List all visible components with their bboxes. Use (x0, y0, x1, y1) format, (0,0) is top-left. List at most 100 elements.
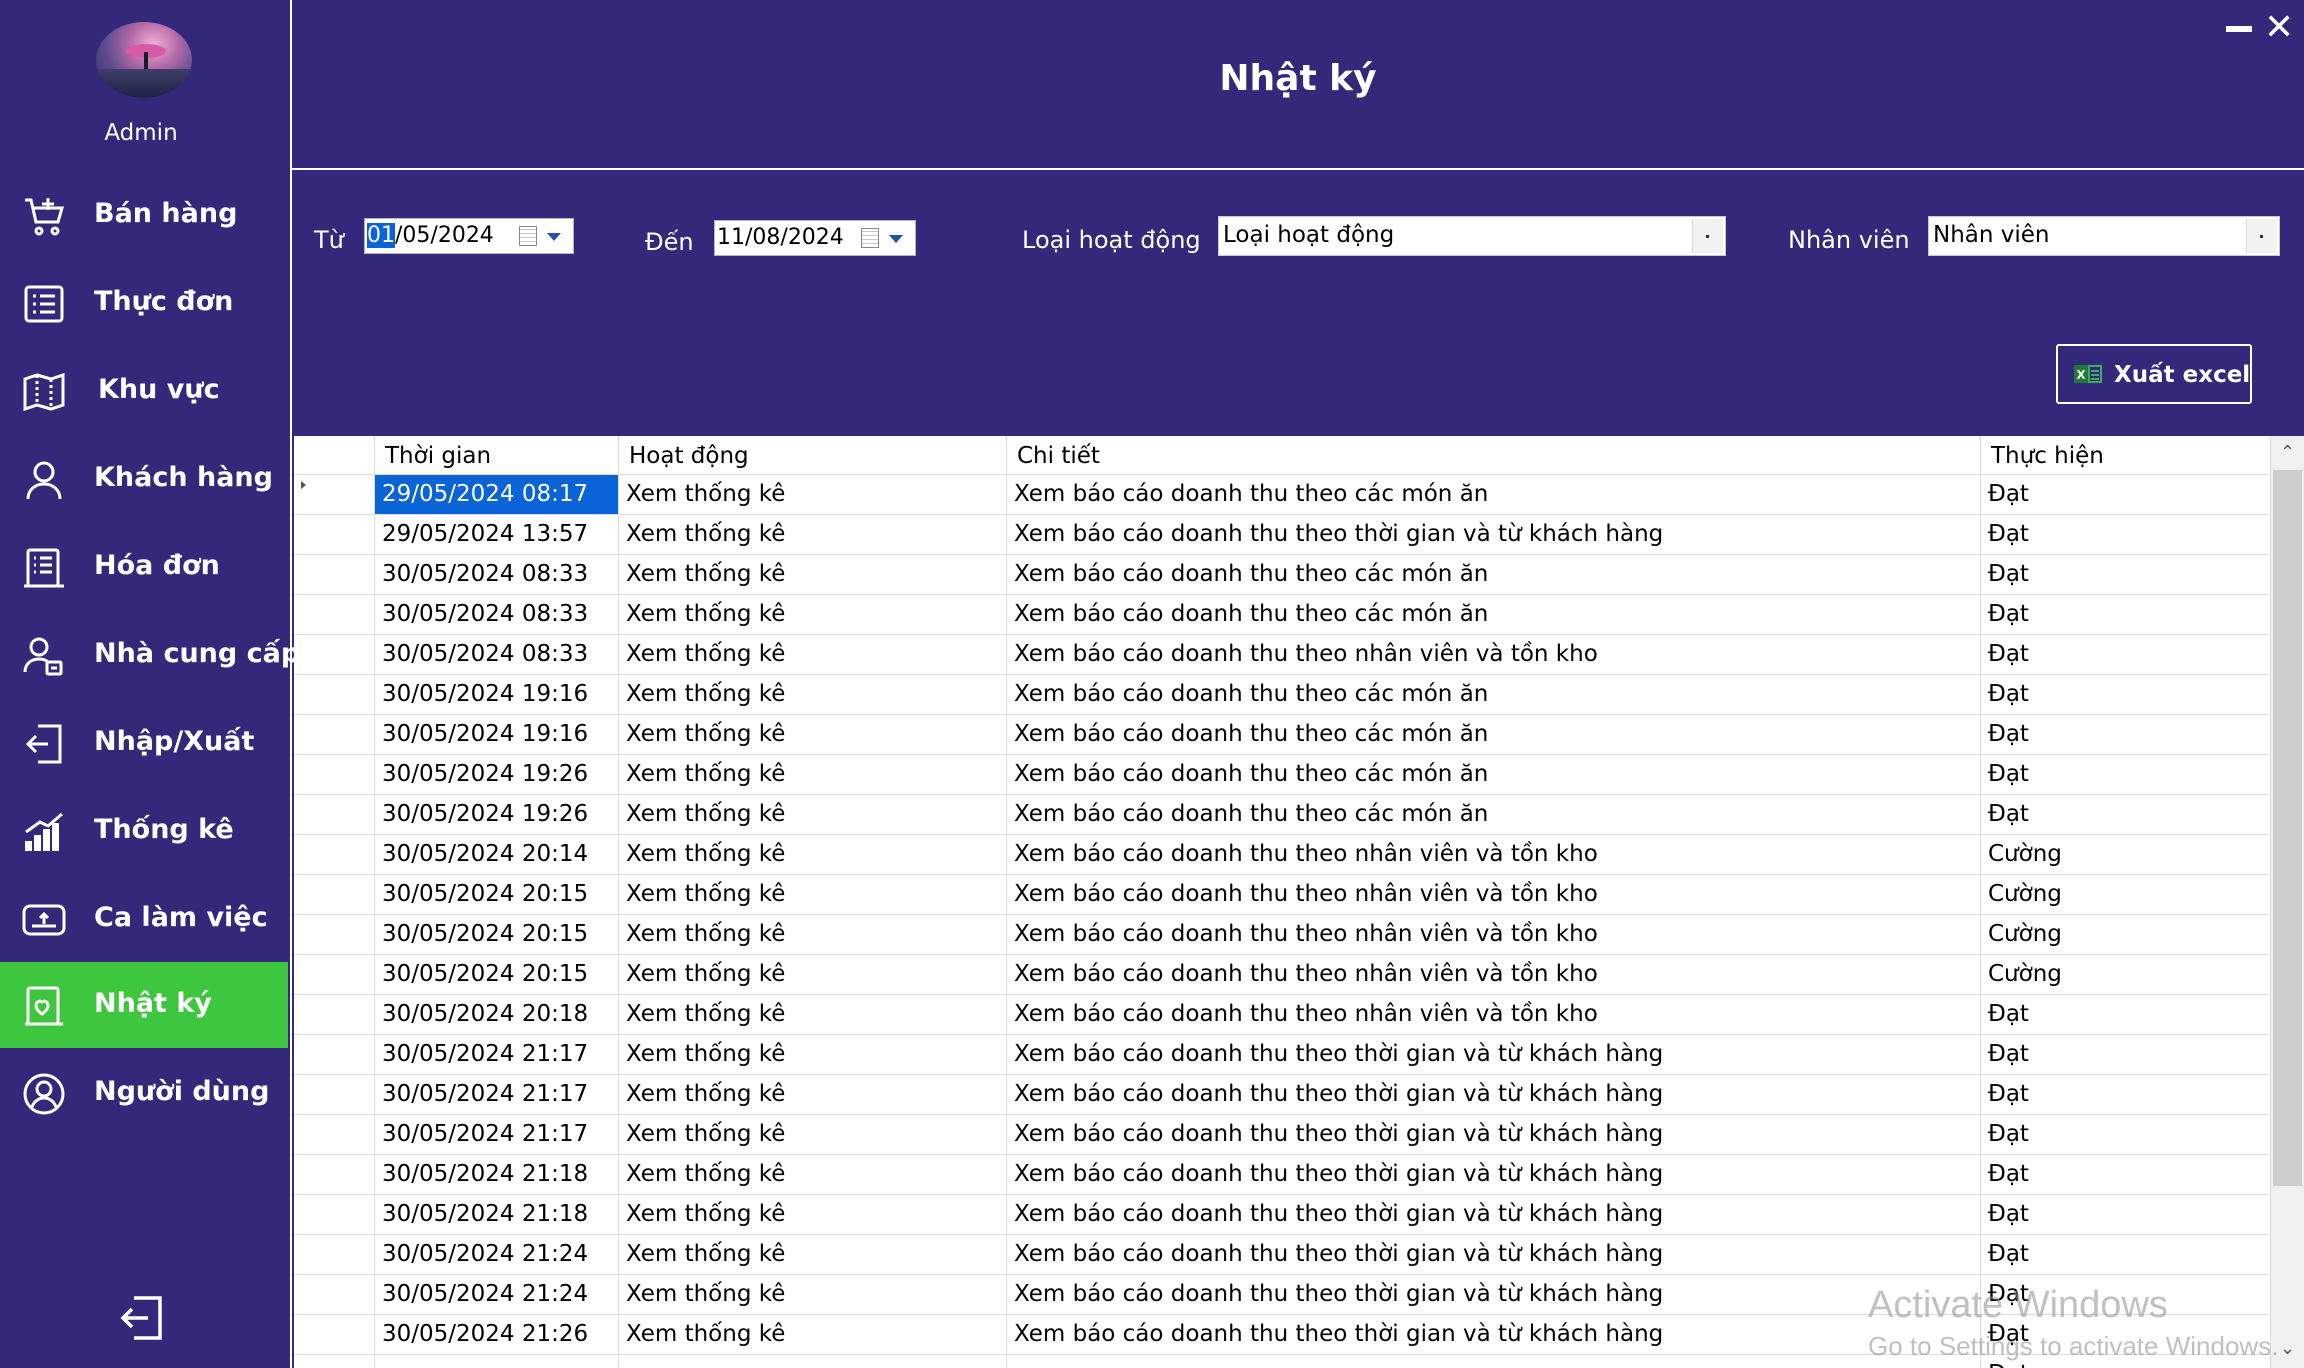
cell-performed-by[interactable]: Đạt (1981, 995, 2270, 1034)
cell-detail[interactable]: Xem báo cáo doanh thu theo nhân viên và … (1007, 635, 1981, 674)
cell-detail[interactable]: Xem báo cáo doanh thu theo thời gian và … (1007, 1035, 1981, 1074)
logout-icon[interactable] (118, 1294, 166, 1342)
row-header[interactable] (294, 555, 375, 594)
row-header[interactable] (294, 1155, 375, 1194)
cell-time[interactable]: 30/05/2024 21:26 (375, 1315, 619, 1354)
row-header[interactable] (294, 875, 375, 914)
cell-activity[interactable]: Xem thống kê (619, 1275, 1007, 1314)
cell-activity[interactable]: Xem thống kê (619, 955, 1007, 994)
row-header[interactable] (294, 675, 375, 714)
row-header[interactable] (294, 635, 375, 674)
cell-performed-by[interactable]: Cường (1981, 915, 2270, 954)
row-header[interactable] (294, 715, 375, 754)
cell-time[interactable]: 30/05/2024 08:33 (375, 595, 619, 634)
table-row[interactable]: 30/05/2024 20:15 Xem thống kê Xem báo cáo … (294, 875, 2270, 915)
cell-time[interactable]: 30/05/2024 19:26 (375, 755, 619, 794)
cell-performed-by[interactable]: Đạt (1981, 1115, 2270, 1154)
cell-time[interactable]: 30/05/2024 20:15 (375, 915, 619, 954)
dropdown-button[interactable] (1692, 219, 1723, 253)
cell-activity[interactable]: Xem thống kê (619, 755, 1007, 794)
scroll-up-icon[interactable]: ⌃ (2271, 436, 2304, 470)
cell-time[interactable]: 30/05/2024 20:14 (375, 835, 619, 874)
cell-performed-by[interactable]: Cường (1981, 835, 2270, 874)
cell-detail[interactable]: Xem báo cáo doanh thu theo thời gian và … (1007, 1075, 1981, 1114)
cell-time[interactable] (375, 1355, 619, 1368)
chevron-down-icon[interactable] (547, 233, 561, 241)
cell-activity[interactable]: Xem thống kê (619, 915, 1007, 954)
row-header[interactable] (294, 1195, 375, 1234)
cell-activity[interactable]: Xem thống kê (619, 635, 1007, 674)
cell-detail[interactable]: Xem báo cáo doanh thu theo các món ăn (1007, 555, 1981, 594)
row-header[interactable] (294, 995, 375, 1034)
cell-activity[interactable]: Xem thống kê (619, 795, 1007, 834)
table-row[interactable]: 30/05/2024 08:33 Xem thống kê Xem báo cáo … (294, 595, 2270, 635)
cell-performed-by[interactable]: Đạt (1981, 675, 2270, 714)
cell-time[interactable]: 29/05/2024 13:57 (375, 515, 619, 554)
row-header[interactable] (294, 595, 375, 634)
sidebar-item-nhap-xuat[interactable]: Nhập/Xuất (0, 700, 288, 786)
cell-detail[interactable]: Xem báo cáo doanh thu theo thời gian và … (1007, 1115, 1981, 1154)
cell-detail[interactable]: Xem báo cáo doanh thu theo thời gian và … (1007, 1155, 1981, 1194)
sidebar-item-hoa-don[interactable]: Hóa đơn (0, 524, 288, 610)
from-date-picker[interactable]: 01/05/2024 (364, 218, 574, 254)
cell-detail[interactable]: Xem báo cáo doanh thu theo thời gian và … (1007, 1275, 1981, 1314)
row-header[interactable] (294, 835, 375, 874)
cell-time[interactable]: 30/05/2024 19:26 (375, 795, 619, 834)
cell-activity[interactable]: Xem thống kê (619, 595, 1007, 634)
cell-performed-by[interactable]: Đạt (1981, 755, 2270, 794)
table-row[interactable]: 30/05/2024 19:16 Xem thống kê Xem báo cáo … (294, 715, 2270, 755)
column-header-detail[interactable]: Chi tiết (1007, 436, 1981, 474)
cell-activity[interactable] (619, 1355, 1007, 1368)
sidebar-item-nhat-ky[interactable]: Nhật ký (0, 962, 288, 1048)
table-row[interactable]: 30/05/2024 21:17 Xem thống kê Xem báo cáo … (294, 1035, 2270, 1075)
cell-activity[interactable]: Xem thống kê (619, 555, 1007, 594)
row-header[interactable] (294, 515, 375, 554)
cell-time[interactable]: 30/05/2024 21:18 (375, 1155, 619, 1194)
table-row[interactable]: 30/05/2024 21:24 Xem thống kê Xem báo cáo … (294, 1235, 2270, 1275)
cell-activity[interactable]: Xem thống kê (619, 1035, 1007, 1074)
column-header-time[interactable]: Thời gian (375, 436, 619, 474)
to-date-picker[interactable]: 11/08/2024 (714, 220, 916, 256)
cell-time[interactable]: 30/05/2024 21:17 (375, 1115, 619, 1154)
cell-detail[interactable]: Xem báo cáo doanh thu theo thời gian và … (1007, 1315, 1981, 1354)
sidebar-item-ban-hang[interactable]: Bán hàng (0, 172, 288, 258)
row-header[interactable] (294, 955, 375, 994)
cell-detail[interactable]: Xem báo cáo doanh thu theo các món ăn (1007, 475, 1981, 514)
table-row[interactable]: 29/05/2024 08:17 Xem thống kê Xem báo cáo … (294, 475, 2270, 515)
cell-performed-by[interactable]: Đạt (1981, 1035, 2270, 1074)
row-header[interactable] (294, 1235, 375, 1274)
table-row[interactable]: 30/05/2024 20:14 Xem thống kê Xem báo cáo … (294, 835, 2270, 875)
table-row[interactable]: 30/05/2024 19:26 Xem thống kê Xem báo cáo … (294, 755, 2270, 795)
cell-time[interactable]: 30/05/2024 08:33 (375, 635, 619, 674)
cell-activity[interactable]: Xem thống kê (619, 515, 1007, 554)
cell-time[interactable]: 30/05/2024 21:17 (375, 1075, 619, 1114)
close-icon[interactable]: ✕ (2264, 10, 2294, 46)
row-header[interactable] (294, 475, 375, 514)
cell-time[interactable]: 30/05/2024 21:18 (375, 1195, 619, 1234)
cell-performed-by[interactable]: Đạt (1981, 515, 2270, 554)
chevron-down-icon[interactable] (889, 235, 903, 243)
cell-performed-by[interactable]: Đạt (1981, 1075, 2270, 1114)
table-row[interactable]: 30/05/2024 20:15 Xem thống kê Xem báo cáo … (294, 915, 2270, 955)
cell-performed-by[interactable]: Cường (1981, 955, 2270, 994)
cell-activity[interactable]: Xem thống kê (619, 715, 1007, 754)
table-row[interactable]: 30/05/2024 21:17 Xem thống kê Xem báo cáo … (294, 1075, 2270, 1115)
cell-detail[interactable]: Xem báo cáo doanh thu theo nhân viên và … (1007, 915, 1981, 954)
cell-time[interactable]: 30/05/2024 21:24 (375, 1235, 619, 1274)
table-row[interactable]: 30/05/2024 20:15 Xem thống kê Xem báo cáo … (294, 955, 2270, 995)
cell-detail[interactable]: Xem báo cáo doanh thu theo các món ăn (1007, 755, 1981, 794)
cell-detail[interactable]: Xem báo cáo doanh thu theo các món ăn (1007, 795, 1981, 834)
cell-performed-by[interactable]: Đạt (1981, 1195, 2270, 1234)
sidebar-item-khu-vuc[interactable]: Khu vực (0, 348, 288, 434)
cell-performed-by[interactable]: Đạt (1981, 555, 2270, 594)
cell-detail[interactable]: Xem báo cáo doanh thu theo nhân viên và … (1007, 995, 1981, 1034)
table-row[interactable]: 30/05/2024 19:16 Xem thống kê Xem báo cáo … (294, 675, 2270, 715)
cell-performed-by[interactable]: Đạt (1981, 795, 2270, 834)
table-row[interactable]: 29/05/2024 13:57 Xem thống kê Xem báo cáo … (294, 515, 2270, 555)
table-row[interactable]: 30/05/2024 19:26 Xem thống kê Xem báo cáo … (294, 795, 2270, 835)
sidebar-item-thuc-don[interactable]: Thực đơn (0, 260, 288, 346)
row-header[interactable] (294, 755, 375, 794)
cell-activity[interactable]: Xem thống kê (619, 1195, 1007, 1234)
cell-detail[interactable]: Xem báo cáo doanh thu theo các món ăn (1007, 595, 1981, 634)
cell-detail[interactable] (1007, 1355, 1981, 1368)
